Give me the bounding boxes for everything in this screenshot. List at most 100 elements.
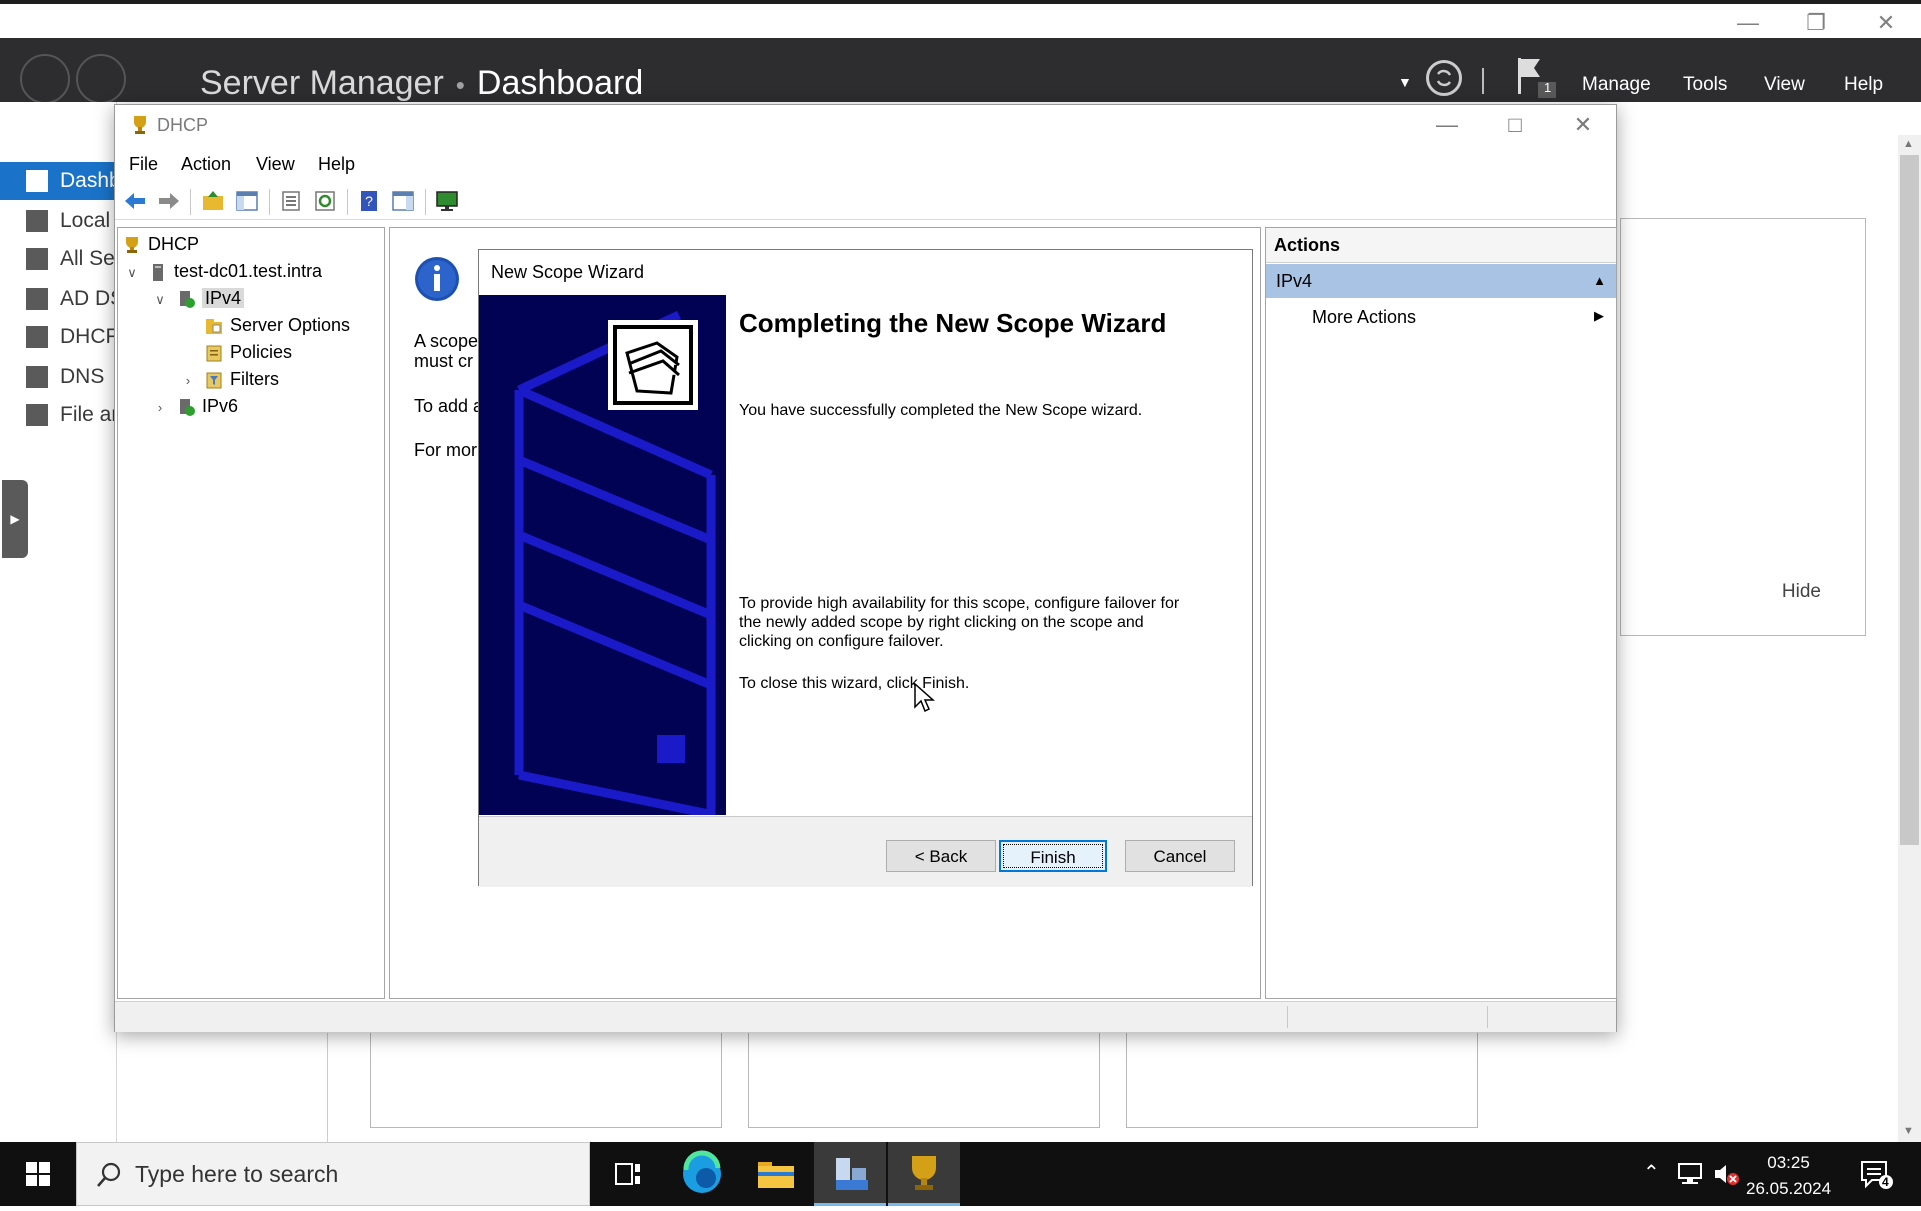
scroll-down-icon[interactable]: ▼ (1903, 1125, 1914, 1137)
close-icon[interactable]: ✕ (1856, 6, 1916, 40)
dhcp-window-title: DHCP (157, 115, 209, 135)
back-arrow-icon[interactable] (123, 189, 147, 213)
menu-tools[interactable]: Tools (1683, 74, 1727, 96)
clock-date: 26.05.2024 (1746, 1179, 1832, 1198)
sidebar-item-dhcp[interactable]: DHCP (0, 318, 116, 356)
menu-manage[interactable]: Manage (1582, 74, 1651, 96)
show-hide-tree-icon[interactable] (235, 189, 259, 213)
forward-arrow-icon[interactable] (76, 54, 126, 104)
help-icon[interactable]: ? (357, 189, 381, 213)
wizard-footer: < Back Finish Cancel (479, 816, 1252, 887)
sidebar-item-dashboard[interactable]: Dashboard (0, 162, 116, 200)
collapse-icon[interactable]: ∨ (124, 261, 140, 285)
action-center-count: 4 (1882, 1175, 1889, 1189)
ipv6-icon (180, 399, 195, 417)
server-manager-icon (836, 1158, 868, 1190)
wizard-title: New Scope Wizard (491, 262, 645, 282)
tree-node-policies[interactable]: Policies (204, 340, 292, 364)
properties-icon[interactable] (279, 189, 303, 213)
back-button[interactable]: < Back (886, 840, 996, 872)
menu-view[interactable]: View (256, 149, 295, 179)
tree-node-ipv6[interactable]: › IPv6 (152, 394, 238, 418)
taskbar-server-manager[interactable] (814, 1142, 886, 1206)
maximize-icon[interactable]: □ (1485, 109, 1545, 141)
restore-icon[interactable]: ❐ (1786, 6, 1846, 40)
menu-help[interactable]: Help (318, 149, 355, 179)
tree-node-ipv4[interactable]: ∨ IPv4 (152, 286, 245, 312)
more-actions-item[interactable]: More Actions (1312, 302, 1416, 332)
display-statistics-icon[interactable] (435, 189, 459, 213)
collapse-icon[interactable]: ∨ (152, 288, 168, 312)
taskbar-clock[interactable]: 03:25 26.05.2024 (1746, 1150, 1831, 1202)
policies-icon (206, 345, 222, 362)
expand-icon[interactable]: › (152, 396, 168, 420)
menu-help[interactable]: Help (1844, 74, 1883, 96)
info-icon (415, 257, 459, 301)
tree-node-dhcp[interactable]: DHCP (122, 232, 199, 256)
start-button[interactable] (0, 1142, 76, 1206)
minimize-icon[interactable]: — (1417, 109, 1477, 141)
menu-view[interactable]: View (1764, 74, 1805, 96)
notifications-flag-icon[interactable]: 1 (1514, 54, 1558, 103)
sidebar-item-ad-ds[interactable]: AD DS (0, 280, 116, 318)
tree-node-server[interactable]: ∨ test-dc01.test.intra (124, 259, 322, 283)
tree-node-server-options[interactable]: Server Options (204, 313, 350, 337)
hide-link[interactable]: Hide (1782, 581, 1821, 603)
server-manager-titlebar: — ❐ ✕ (0, 0, 1921, 38)
refresh-icon[interactable] (1426, 60, 1462, 96)
servers-icon (26, 248, 48, 271)
taskbar-search-box[interactable]: Type here to search (76, 1142, 590, 1206)
taskbar: Type here to search ⌃ 03:25 26.05.2024 4 (0, 1142, 1921, 1206)
collapse-icon[interactable]: ▲ (1583, 264, 1606, 298)
scrollbar-thumb[interactable] (1900, 155, 1919, 845)
vertical-scrollbar[interactable]: ▲ ▼ (1898, 135, 1921, 1143)
sidebar-item-dns[interactable]: DNS (0, 358, 116, 396)
wizard-close-text: To close this wizard, click Finish. (739, 675, 970, 692)
task-view-button[interactable] (592, 1142, 664, 1206)
center-text: For mor (414, 440, 477, 460)
server-manager-header: Server Manager • Dashboard ▼ 1 Manage Tool… (0, 38, 1921, 104)
actions-pane: Actions IPv4 ▲ More Actions ▶ (1265, 227, 1617, 999)
minimize-icon[interactable]: — (1718, 6, 1778, 40)
folder-icon (758, 1162, 794, 1188)
menu-file[interactable]: File (129, 149, 158, 179)
sidebar-expand-icon[interactable]: ▶ (2, 480, 28, 558)
network-icon[interactable] (1676, 1160, 1704, 1188)
taskbar-edge[interactable] (666, 1142, 738, 1206)
volume-muted-icon[interactable] (1712, 1160, 1740, 1188)
finish-button[interactable]: Finish (999, 840, 1107, 872)
show-action-pane-icon[interactable] (391, 189, 415, 213)
taskbar-dhcp[interactable] (888, 1142, 960, 1206)
refresh-icon[interactable] (313, 189, 337, 213)
sidebar-item-all-servers[interactable]: All Servers (0, 240, 116, 278)
forward-arrow-icon[interactable] (157, 189, 181, 213)
expand-icon[interactable]: › (180, 369, 196, 393)
up-folder-icon[interactable] (201, 189, 225, 213)
wizard-heading: Completing the New Scope Wizard (739, 308, 1167, 338)
sidebar-item-file-storage[interactable]: File and Storage Services (0, 396, 116, 434)
actions-header: Actions (1266, 228, 1616, 263)
close-icon[interactable]: ✕ (1553, 109, 1613, 141)
dashboard-icon (26, 170, 48, 193)
server-options-icon (206, 319, 222, 335)
dns-icon (26, 366, 48, 389)
dropdown-arrow-icon[interactable]: ▼ (1398, 74, 1412, 90)
center-text: A scope (414, 331, 479, 351)
wizard-success-text: You have successfully completed the New … (739, 402, 1143, 419)
dhcp-toolbar: ? (115, 181, 1616, 220)
scroll-up-icon[interactable]: ▲ (1903, 138, 1914, 150)
sidebar-item-local-server[interactable]: Local Server (0, 202, 116, 240)
wizard-content: Completing the New Scope Wizard You have… (739, 308, 1219, 693)
breadcrumb-separator: • (455, 70, 465, 100)
server-manager-sidebar: Dashboard Local Server All Servers AD DS… (0, 102, 117, 1142)
back-arrow-icon[interactable] (20, 54, 70, 104)
show-hidden-icons-icon[interactable]: ⌃ (1643, 1160, 1660, 1185)
taskbar-file-explorer[interactable] (740, 1142, 812, 1206)
windows-logo-icon (26, 1162, 50, 1186)
search-placeholder: Type here to search (135, 1161, 339, 1187)
actions-group-ipv4[interactable]: IPv4 ▲ (1266, 264, 1616, 298)
cancel-button[interactable]: Cancel (1125, 840, 1235, 872)
search-icon (97, 1162, 121, 1187)
menu-action[interactable]: Action (181, 149, 231, 179)
tree-node-filters[interactable]: › Filters (180, 367, 279, 391)
